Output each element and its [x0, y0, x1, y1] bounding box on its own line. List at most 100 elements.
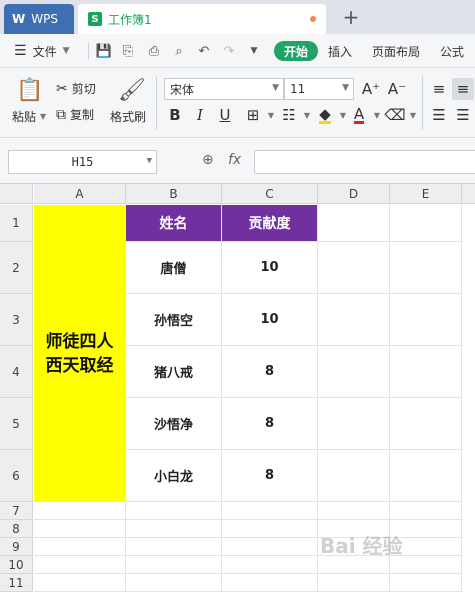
empty-cell[interactable]: [222, 556, 318, 574]
cut-button[interactable]: ✂ 剪切: [56, 80, 96, 97]
format-painter-icon[interactable]: 🖌: [118, 78, 146, 103]
print-preview-icon[interactable]: ⌕: [171, 43, 187, 59]
merged-cell-a1-a6[interactable]: 师徒四人西天取经: [34, 205, 126, 502]
cell-d4[interactable]: [318, 346, 390, 398]
row-header-4[interactable]: 4: [0, 346, 33, 398]
column-header-b[interactable]: B: [126, 184, 222, 204]
column-header-e[interactable]: E: [390, 184, 462, 204]
table-cell-score[interactable]: 10: [222, 242, 318, 294]
table-cell-score[interactable]: 8: [222, 398, 318, 450]
row-header-7[interactable]: 7: [0, 502, 33, 520]
fx-icon[interactable]: fx: [228, 152, 241, 168]
decrease-font-button[interactable]: A⁻: [386, 78, 408, 100]
align-middle-icon[interactable]: ≡: [452, 78, 474, 100]
row-header-2[interactable]: 2: [0, 242, 33, 294]
row-header-1[interactable]: 1: [0, 205, 33, 242]
empty-cell[interactable]: [126, 556, 222, 574]
tab-workbook[interactable]: S 工作簿1: [78, 4, 326, 34]
paste-button[interactable]: 粘贴 ▼: [12, 108, 46, 125]
row-header-9[interactable]: 9: [0, 538, 33, 556]
copy-button[interactable]: ⧉ 复制: [56, 106, 94, 123]
print-icon[interactable]: ⎙: [146, 43, 162, 59]
undo-icon[interactable]: ↶: [196, 43, 212, 59]
tab-formula[interactable]: 公式: [440, 34, 464, 68]
scissors-icon: ✂: [56, 80, 68, 97]
paste-icon[interactable]: 📋: [16, 78, 43, 103]
empty-cell[interactable]: [126, 520, 222, 538]
column-header-c[interactable]: C: [222, 184, 318, 204]
cell-d5[interactable]: [318, 398, 390, 450]
empty-cell[interactable]: [34, 538, 126, 556]
table-cell-name[interactable]: 猪八戒: [126, 346, 222, 398]
cell-e2[interactable]: [390, 242, 462, 294]
italic-button[interactable]: I: [189, 104, 211, 126]
empty-cell[interactable]: [390, 574, 462, 592]
cell-d1[interactable]: [318, 205, 390, 242]
chevron-down-icon[interactable]: ▼: [402, 104, 424, 126]
underline-button[interactable]: U: [214, 104, 236, 126]
column-header-d[interactable]: D: [318, 184, 390, 204]
cell-e6[interactable]: [390, 450, 462, 502]
new-tab-button[interactable]: +: [340, 4, 362, 30]
cell-e3[interactable]: [390, 294, 462, 346]
empty-cell[interactable]: [34, 556, 126, 574]
empty-cell[interactable]: [222, 538, 318, 556]
table-cell-name[interactable]: 沙悟净: [126, 398, 222, 450]
column-header-f[interactable]: [462, 184, 475, 204]
redo-icon[interactable]: ↷: [221, 43, 237, 59]
header-cell-name[interactable]: 姓名: [126, 205, 222, 242]
name-box[interactable]: H15 ▼: [8, 150, 157, 174]
save-icon[interactable]: 💾: [96, 43, 112, 59]
table-cell-score[interactable]: 8: [222, 450, 318, 502]
cell-d2[interactable]: [318, 242, 390, 294]
formula-input[interactable]: [254, 150, 475, 174]
row-header-3[interactable]: 3: [0, 294, 33, 346]
align-center-icon[interactable]: ☰: [452, 104, 474, 126]
row-header-10[interactable]: 10: [0, 556, 33, 574]
empty-cell[interactable]: [222, 574, 318, 592]
header-cell-contribution[interactable]: 贡献度: [222, 205, 318, 242]
empty-cell[interactable]: [318, 502, 390, 520]
empty-cell[interactable]: [222, 502, 318, 520]
cell-d3[interactable]: [318, 294, 390, 346]
cell-e4[interactable]: [390, 346, 462, 398]
row-header-5[interactable]: 5: [0, 398, 33, 450]
empty-cell[interactable]: [222, 520, 318, 538]
empty-cell[interactable]: [126, 574, 222, 592]
tab-start[interactable]: 开始: [274, 41, 318, 61]
output-icon[interactable]: ⎘: [120, 43, 136, 59]
font-name-select[interactable]: 宋体 ▼: [164, 78, 284, 100]
empty-cell[interactable]: [126, 538, 222, 556]
row-header-11[interactable]: 11: [0, 574, 33, 592]
empty-cell[interactable]: [34, 502, 126, 520]
cell-e5[interactable]: [390, 398, 462, 450]
cell-d6[interactable]: [318, 450, 390, 502]
empty-cell[interactable]: [34, 520, 126, 538]
table-cell-score[interactable]: 8: [222, 346, 318, 398]
tab-insert[interactable]: 插入: [328, 34, 352, 68]
row-header-6[interactable]: 6: [0, 450, 33, 502]
bold-button[interactable]: B: [164, 104, 186, 126]
table-cell-score[interactable]: 10: [222, 294, 318, 346]
empty-cell[interactable]: [34, 574, 126, 592]
cell-e1[interactable]: [390, 205, 462, 242]
customize-dropdown-icon[interactable]: ▼: [246, 43, 262, 59]
format-painter-button[interactable]: 格式刷: [110, 108, 146, 125]
table-cell-name[interactable]: 孙悟空: [126, 294, 222, 346]
font-size-select[interactable]: 11 ▼: [284, 78, 354, 100]
select-all-corner[interactable]: [0, 184, 33, 204]
zoom-icon[interactable]: ⊕: [202, 152, 214, 168]
file-menu[interactable]: ☰ 文件 ▼: [14, 34, 70, 68]
increase-font-button[interactable]: A⁺: [360, 78, 382, 100]
align-left-icon[interactable]: ☰: [428, 104, 450, 126]
tab-page-layout[interactable]: 页面布局: [372, 34, 420, 68]
tab-wps-home[interactable]: W WPS: [4, 4, 74, 34]
column-header-a[interactable]: A: [34, 184, 126, 204]
empty-cell[interactable]: [318, 574, 390, 592]
align-top-icon[interactable]: ≡: [428, 78, 450, 100]
row-header-8[interactable]: 8: [0, 520, 33, 538]
empty-cell[interactable]: [390, 502, 462, 520]
table-cell-name[interactable]: 小白龙: [126, 450, 222, 502]
table-cell-name[interactable]: 唐僧: [126, 242, 222, 294]
empty-cell[interactable]: [126, 502, 222, 520]
